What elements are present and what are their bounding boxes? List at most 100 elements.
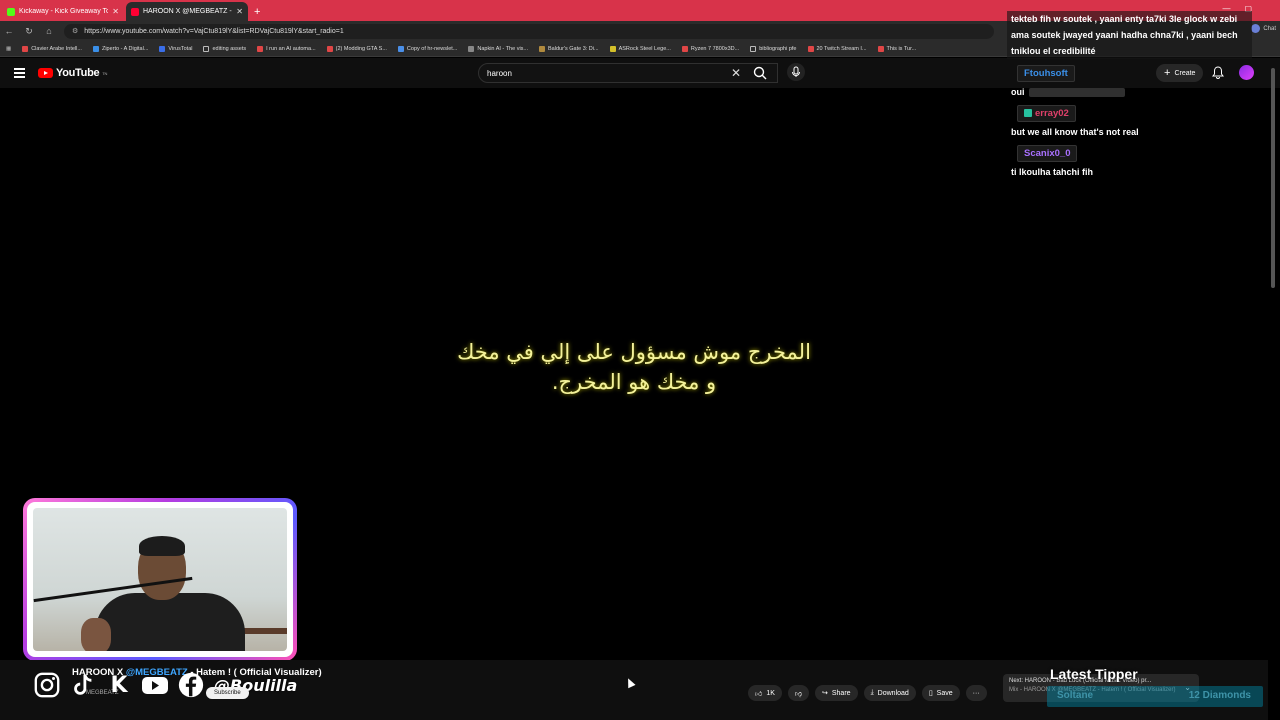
clear-search-icon[interactable]: ✕ [731, 66, 741, 80]
tab-title: HAROON X @MEGBEATZ - Hatem [143, 8, 232, 15]
youtube-play-icon [38, 68, 53, 78]
folder-icon [203, 45, 210, 52]
apps-icon[interactable]: ▦ [6, 46, 11, 52]
dislike-button[interactable]: 👎︎ [787, 685, 809, 701]
thumbs-up-icon: 👍︎ [755, 690, 763, 698]
like-button[interactable]: 👍︎ 1K [748, 685, 782, 701]
browser-tab-youtube[interactable]: HAROON X @MEGBEATZ - Hatem ✕ [126, 2, 248, 21]
close-tab-icon[interactable]: ✕ [236, 7, 243, 16]
youtube-logo[interactable]: YouTube TN [38, 67, 107, 79]
tab-title: Kickaway - Kick Giveaway Tool [19, 8, 109, 15]
bookmark-item[interactable]: This is Tur... [877, 45, 916, 52]
folder-icon [750, 45, 757, 52]
subscriber-badge-icon [1024, 109, 1032, 117]
youtube-wordmark: YouTube [56, 67, 100, 79]
menu-icon[interactable] [14, 68, 25, 80]
youtube-favicon-icon [131, 7, 139, 16]
chat-username: Ftouhsoft [1017, 65, 1075, 82]
share-label: Share [831, 689, 851, 697]
download-button[interactable]: ⤓ Download [863, 685, 916, 701]
video-actions: 👍︎ 1K 👎︎ ↪ Share ⤓ Download ▯ Save ··· [748, 685, 987, 701]
microphone-icon [792, 66, 800, 77]
video-subtitle-line: و مخك هو المخرج. [551, 370, 717, 394]
search-icon[interactable] [752, 65, 768, 81]
latest-tipper-title: Latest Tipper [1050, 666, 1138, 682]
bookmark-favicon-icon [257, 45, 264, 52]
site-info-icon[interactable]: ⚙ [72, 27, 78, 35]
kick-favicon-icon [7, 7, 15, 16]
kick-icon: K [110, 672, 128, 698]
bookmark-icon: ▯ [928, 690, 933, 697]
stream-chat-overlay: tekteb fih w soutek , yaani enty ta7ki 3… [1007, 11, 1252, 179]
url-field[interactable]: ⚙ https://www.youtube.com/watch?v=VajCtu… [64, 23, 994, 39]
bookmark-favicon-icon [681, 45, 688, 52]
url-text: https://www.youtube.com/watch?v=VajCtu81… [84, 27, 344, 35]
close-tab-icon[interactable]: ✕ [112, 7, 119, 16]
streamer-headphones [139, 536, 185, 556]
bookmark-item[interactable]: Copy of hr-newslet... [397, 45, 457, 52]
save-label: Save [936, 689, 953, 697]
bookmark-favicon-icon [326, 45, 333, 52]
bookmark-item[interactable]: Napkin AI - The vis... [468, 45, 528, 52]
instagram-icon [32, 670, 62, 700]
bookmark-favicon-icon [539, 45, 546, 52]
bookmark-favicon-icon [159, 45, 166, 52]
home-icon[interactable]: ⌂ [44, 26, 54, 36]
like-count: 1K [766, 689, 775, 697]
thumbs-down-icon: 👎︎ [794, 690, 802, 698]
bookmark-item[interactable]: 20 Twitch Stream I... [807, 45, 867, 52]
bookmark-folder[interactable]: editing assets [203, 45, 246, 52]
bookmark-favicon-icon [92, 45, 99, 52]
voice-search-button[interactable] [787, 63, 805, 81]
bookmark-item[interactable]: (2) Modding GTA S... [326, 45, 387, 52]
bookmark-item[interactable]: Clavier Arabe Intell... [22, 45, 82, 52]
subscribe-button[interactable]: Subscribe [206, 687, 249, 699]
chat-username: Scanix0_0 [1017, 145, 1078, 162]
search-query: haroon [487, 68, 512, 78]
bookmark-favicon-icon [877, 45, 884, 52]
bookmark-item[interactable]: VirusTotal [159, 45, 192, 52]
bookmark-item[interactable]: Baldur's Gate 3: Di... [539, 45, 599, 52]
save-button[interactable]: ▯ Save [921, 685, 960, 701]
video-subtitle-line: المخرج موش مسؤول على إلي في مخك [457, 340, 811, 364]
webcam-feed [33, 508, 287, 651]
bookmark-item[interactable]: ASRock Steel Lege... [609, 45, 671, 52]
bookmark-item[interactable]: Ryzen 7 7800x3D... [681, 45, 739, 52]
faded-message-placeholder [1028, 88, 1125, 98]
tipper-amount: 12 Diamonds [1188, 690, 1251, 701]
bookmark-favicon-icon [397, 45, 404, 52]
chat-message: oui [1007, 85, 1252, 99]
more-icon: ··· [972, 689, 980, 697]
bookmark-favicon-icon [807, 45, 814, 52]
tipper-name: Soltane [1057, 690, 1094, 701]
new-tab-button[interactable]: + [254, 6, 260, 18]
back-arrow-icon[interactable]: ← [4, 26, 14, 36]
browser-tab-kickaway[interactable]: Kickaway - Kick Giveaway Tool ✕ [2, 2, 124, 21]
social-links-overlay: K @Boulilla [32, 670, 297, 700]
page-scrollbar[interactable] [1270, 60, 1276, 720]
bookmark-item[interactable]: Ziperto - A Digital... [92, 45, 148, 52]
latest-tipper-bar: Soltane 12 Diamonds [1047, 686, 1263, 707]
more-actions-button[interactable]: ··· [965, 685, 987, 701]
bookmark-favicon-icon [609, 45, 616, 52]
download-icon: ⤓ [870, 689, 874, 696]
tiktok-icon [68, 670, 98, 700]
bookmark-favicon-icon [22, 45, 29, 52]
chat-message-text: tekteb fih w soutek , yaani enty ta7ki 3… [1007, 11, 1252, 59]
chat-extension-button[interactable]: Chat [1251, 24, 1276, 33]
bookmark-item[interactable]: I run an AI automa... [257, 45, 316, 52]
youtube-icon [140, 670, 170, 700]
streamer-body [95, 593, 245, 651]
streamer-hand [81, 618, 111, 651]
share-button[interactable]: ↪ Share [815, 685, 858, 701]
scrollbar-thumb[interactable] [1271, 68, 1275, 288]
extension-label: Chat [1263, 25, 1276, 32]
chat-message-text: oui [1011, 87, 1025, 97]
chat-message-text: but we all know that's not real [1011, 127, 1139, 137]
share-icon: ↪ [822, 690, 828, 697]
reload-icon[interactable]: ↻ [24, 26, 34, 37]
bookmark-folder[interactable]: bibliographi pfe [750, 45, 797, 52]
extension-icon [1251, 24, 1261, 33]
webcam-border [27, 502, 293, 657]
facebook-icon [176, 670, 206, 700]
